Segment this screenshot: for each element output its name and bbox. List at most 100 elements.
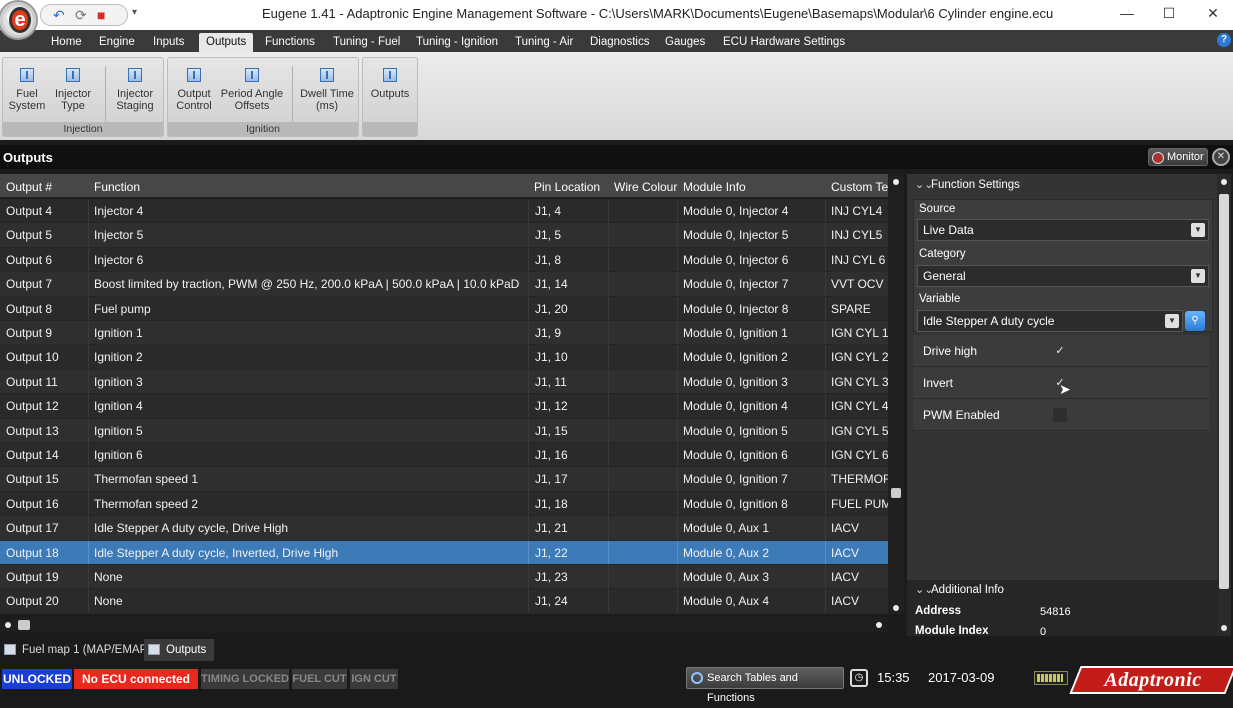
doc-tab-fuel-map[interactable]: Fuel map 1 (MAP/EMAP) bbox=[0, 639, 159, 661]
fuel-system-button[interactable]: Fuel System bbox=[5, 60, 49, 112]
tab-outputs[interactable]: Outputs bbox=[199, 33, 254, 52]
ribbon-group-outputs: Outputs bbox=[362, 57, 418, 137]
table-row[interactable]: Output 20 None J1, 24 Module 0, Aux 4 IACV bbox=[0, 589, 888, 614]
column-header-output[interactable]: Output # bbox=[6, 180, 86, 194]
table-row[interactable]: Output 12 Ignition 4 J1, 12 Module 0, Ignit… bbox=[0, 394, 888, 419]
grid-line bbox=[608, 589, 609, 613]
maximize-button[interactable]: ☐ bbox=[1154, 2, 1184, 26]
injector-type-button[interactable]: Injector Type bbox=[49, 60, 97, 112]
outputs-button[interactable]: Outputs bbox=[365, 60, 415, 100]
column-header-wire-colour[interactable]: Wire Colour bbox=[614, 180, 680, 194]
scroll-up-dot[interactable] bbox=[893, 179, 899, 185]
grid-line bbox=[88, 418, 89, 442]
tab-gauges[interactable]: Gauges bbox=[658, 33, 712, 52]
grid-line bbox=[528, 369, 529, 394]
table-row[interactable]: Output 10 Ignition 2 J1, 10 Module 0, Ignit… bbox=[0, 345, 888, 370]
close-button[interactable]: ✕ bbox=[1198, 2, 1228, 26]
period-angle-offsets-icon bbox=[245, 68, 259, 82]
tab-ecu-hardware-settings[interactable]: ECU Hardware Settings bbox=[716, 33, 852, 52]
table-row[interactable]: Output 5 Injector 5 J1, 5 Module 0, Injecto… bbox=[0, 223, 888, 248]
document-tab-bar: Fuel map 1 (MAP/EMAP) Outputs bbox=[0, 637, 1233, 661]
table-row[interactable]: Output 19 None J1, 23 Module 0, Aux 3 IACV bbox=[0, 565, 888, 590]
table-row[interactable]: Output 9 Ignition 1 J1, 9 Module 0, Ignitio… bbox=[0, 321, 888, 346]
cell-pin-location: J1, 24 bbox=[535, 594, 568, 609]
dwell-time-button[interactable]: Dwell Time (ms) bbox=[298, 60, 356, 112]
grid-line bbox=[825, 296, 826, 320]
grid-line bbox=[677, 540, 678, 564]
grid-line bbox=[677, 296, 678, 320]
pwm-enabled-checkbox[interactable] bbox=[1053, 408, 1067, 422]
column-header-custom-text[interactable]: Custom Te bbox=[831, 180, 888, 194]
table-row[interactable]: Output 14 Ignition 6 J1, 16 Module 0, Ignit… bbox=[0, 443, 888, 468]
grid-vertical-scrollbar[interactable] bbox=[888, 174, 904, 614]
scroll-right-dot[interactable] bbox=[876, 622, 882, 628]
help-icon[interactable]: ? bbox=[1217, 33, 1231, 47]
monitor-button[interactable]: Monitor bbox=[1148, 148, 1208, 166]
dropdown-arrow-icon[interactable]: ▼ bbox=[1191, 269, 1205, 283]
column-header-pin-location[interactable]: Pin Location bbox=[534, 180, 606, 194]
mouse-cursor-icon: ➤ bbox=[1059, 381, 1071, 397]
redo-icon[interactable]: ⟳ bbox=[75, 7, 87, 24]
grid-line bbox=[825, 321, 826, 345]
grid-line bbox=[528, 199, 529, 223]
variable-dropdown[interactable]: Idle Stepper A duty cycle ▼ bbox=[917, 310, 1183, 332]
minimize-button[interactable]: — bbox=[1112, 2, 1142, 26]
grid-horizontal-thumb[interactable] bbox=[18, 620, 30, 630]
panel-scroll-down-dot[interactable] bbox=[1221, 625, 1227, 631]
customize-toolbar-icon[interactable]: ▾ bbox=[132, 7, 137, 18]
app-logo[interactable]: e bbox=[0, 2, 36, 38]
column-header-module-info[interactable]: Module Info bbox=[683, 180, 823, 194]
column-header-function[interactable]: Function bbox=[94, 180, 394, 194]
table-row[interactable]: Output 6 Injector 6 J1, 8 Module 0, Injecto… bbox=[0, 247, 888, 273]
period-angle-offsets-button[interactable]: Period Angle Offsets bbox=[218, 60, 286, 112]
function-settings-header[interactable]: ⌄⌄ Function Settings bbox=[907, 174, 1217, 196]
dropdown-arrow-icon[interactable]: ▼ bbox=[1191, 223, 1205, 237]
tab-tuning-fuel[interactable]: Tuning - Fuel bbox=[326, 33, 407, 52]
grid-horizontal-scrollbar[interactable] bbox=[0, 617, 888, 633]
tab-functions[interactable]: Functions bbox=[258, 33, 322, 52]
injector-staging-button[interactable]: Injector Staging bbox=[111, 60, 159, 112]
dropdown-arrow-icon[interactable]: ▼ bbox=[1165, 314, 1179, 328]
output-control-button[interactable]: Output Control bbox=[172, 60, 216, 112]
table-row[interactable]: Output 15 Thermofan speed 1 J1, 17 Module 0… bbox=[0, 467, 888, 492]
panel-scroll-up-dot[interactable] bbox=[1221, 179, 1227, 185]
table-row[interactable]: Output 11 Ignition 3 J1, 11 Module 0, Ignit… bbox=[0, 369, 888, 395]
category-dropdown[interactable]: General ▼ bbox=[917, 265, 1209, 287]
tab-home[interactable]: Home bbox=[44, 33, 89, 52]
table-row[interactable]: Output 7 Boost limited by traction, PWM @… bbox=[0, 272, 888, 297]
cell-custom-text: IGN CYL 5 bbox=[831, 423, 888, 438]
tab-tuning-ignition[interactable]: Tuning - Ignition bbox=[409, 33, 505, 52]
grid-vertical-thumb[interactable] bbox=[891, 488, 901, 498]
additional-info-header[interactable]: ⌄⌄ Additional Info bbox=[907, 580, 1217, 600]
undo-icon[interactable]: ↶ bbox=[53, 7, 65, 24]
table-row[interactable]: Output 18 Idle Stepper A duty cycle, Inve… bbox=[0, 540, 888, 565]
grid-line bbox=[825, 394, 826, 418]
adaptronic-logo: Adaptronic bbox=[1069, 666, 1233, 694]
grid-line bbox=[677, 467, 678, 491]
table-row[interactable]: Output 4 Injector 4 J1, 4 Module 0, Injecto… bbox=[0, 199, 888, 224]
table-row[interactable]: Output 8 Fuel pump J1, 20 Module 0, Injecto… bbox=[0, 296, 888, 321]
doc-tab-outputs[interactable]: Outputs bbox=[144, 639, 215, 661]
tab-diagnostics[interactable]: Diagnostics bbox=[583, 33, 656, 52]
tab-inputs[interactable]: Inputs bbox=[146, 33, 191, 52]
tab-tuning-air[interactable]: Tuning - Air bbox=[508, 33, 580, 52]
grid-line bbox=[528, 272, 529, 296]
cell-output: Output 17 bbox=[6, 521, 59, 536]
scroll-left-dot[interactable] bbox=[5, 622, 11, 628]
tab-engine[interactable]: Engine bbox=[92, 33, 142, 52]
grid-line bbox=[88, 540, 89, 564]
search-tables-button[interactable]: Search Tables and Functions bbox=[686, 667, 844, 704]
source-dropdown[interactable]: Live Data ▼ bbox=[917, 219, 1209, 241]
panel-vertical-scrollbar[interactable] bbox=[1217, 174, 1231, 636]
title-bar: e ↶ ⟳ ■ ▾ Eugene 1.41 - Adaptronic Engin… bbox=[0, 0, 1233, 38]
table-row[interactable]: Output 13 Ignition 5 J1, 15 Module 0, Ignit… bbox=[0, 418, 888, 443]
scroll-down-dot[interactable] bbox=[893, 605, 899, 611]
table-row[interactable]: Output 17 Idle Stepper A duty cycle, Driv… bbox=[0, 516, 888, 541]
save-icon[interactable]: ■ bbox=[97, 7, 105, 23]
table-row[interactable]: Output 16 Thermofan speed 2 J1, 18 Module 0… bbox=[0, 491, 888, 517]
close-panel-icon[interactable]: ✕ bbox=[1212, 148, 1230, 166]
cell-custom-text: IGN CYL 1 bbox=[831, 326, 888, 340]
variable-search-icon[interactable]: ⚲ bbox=[1185, 311, 1205, 331]
panel-scroll-thumb[interactable] bbox=[1219, 194, 1229, 589]
drive-high-checkbox[interactable]: ✓ bbox=[1053, 344, 1067, 358]
